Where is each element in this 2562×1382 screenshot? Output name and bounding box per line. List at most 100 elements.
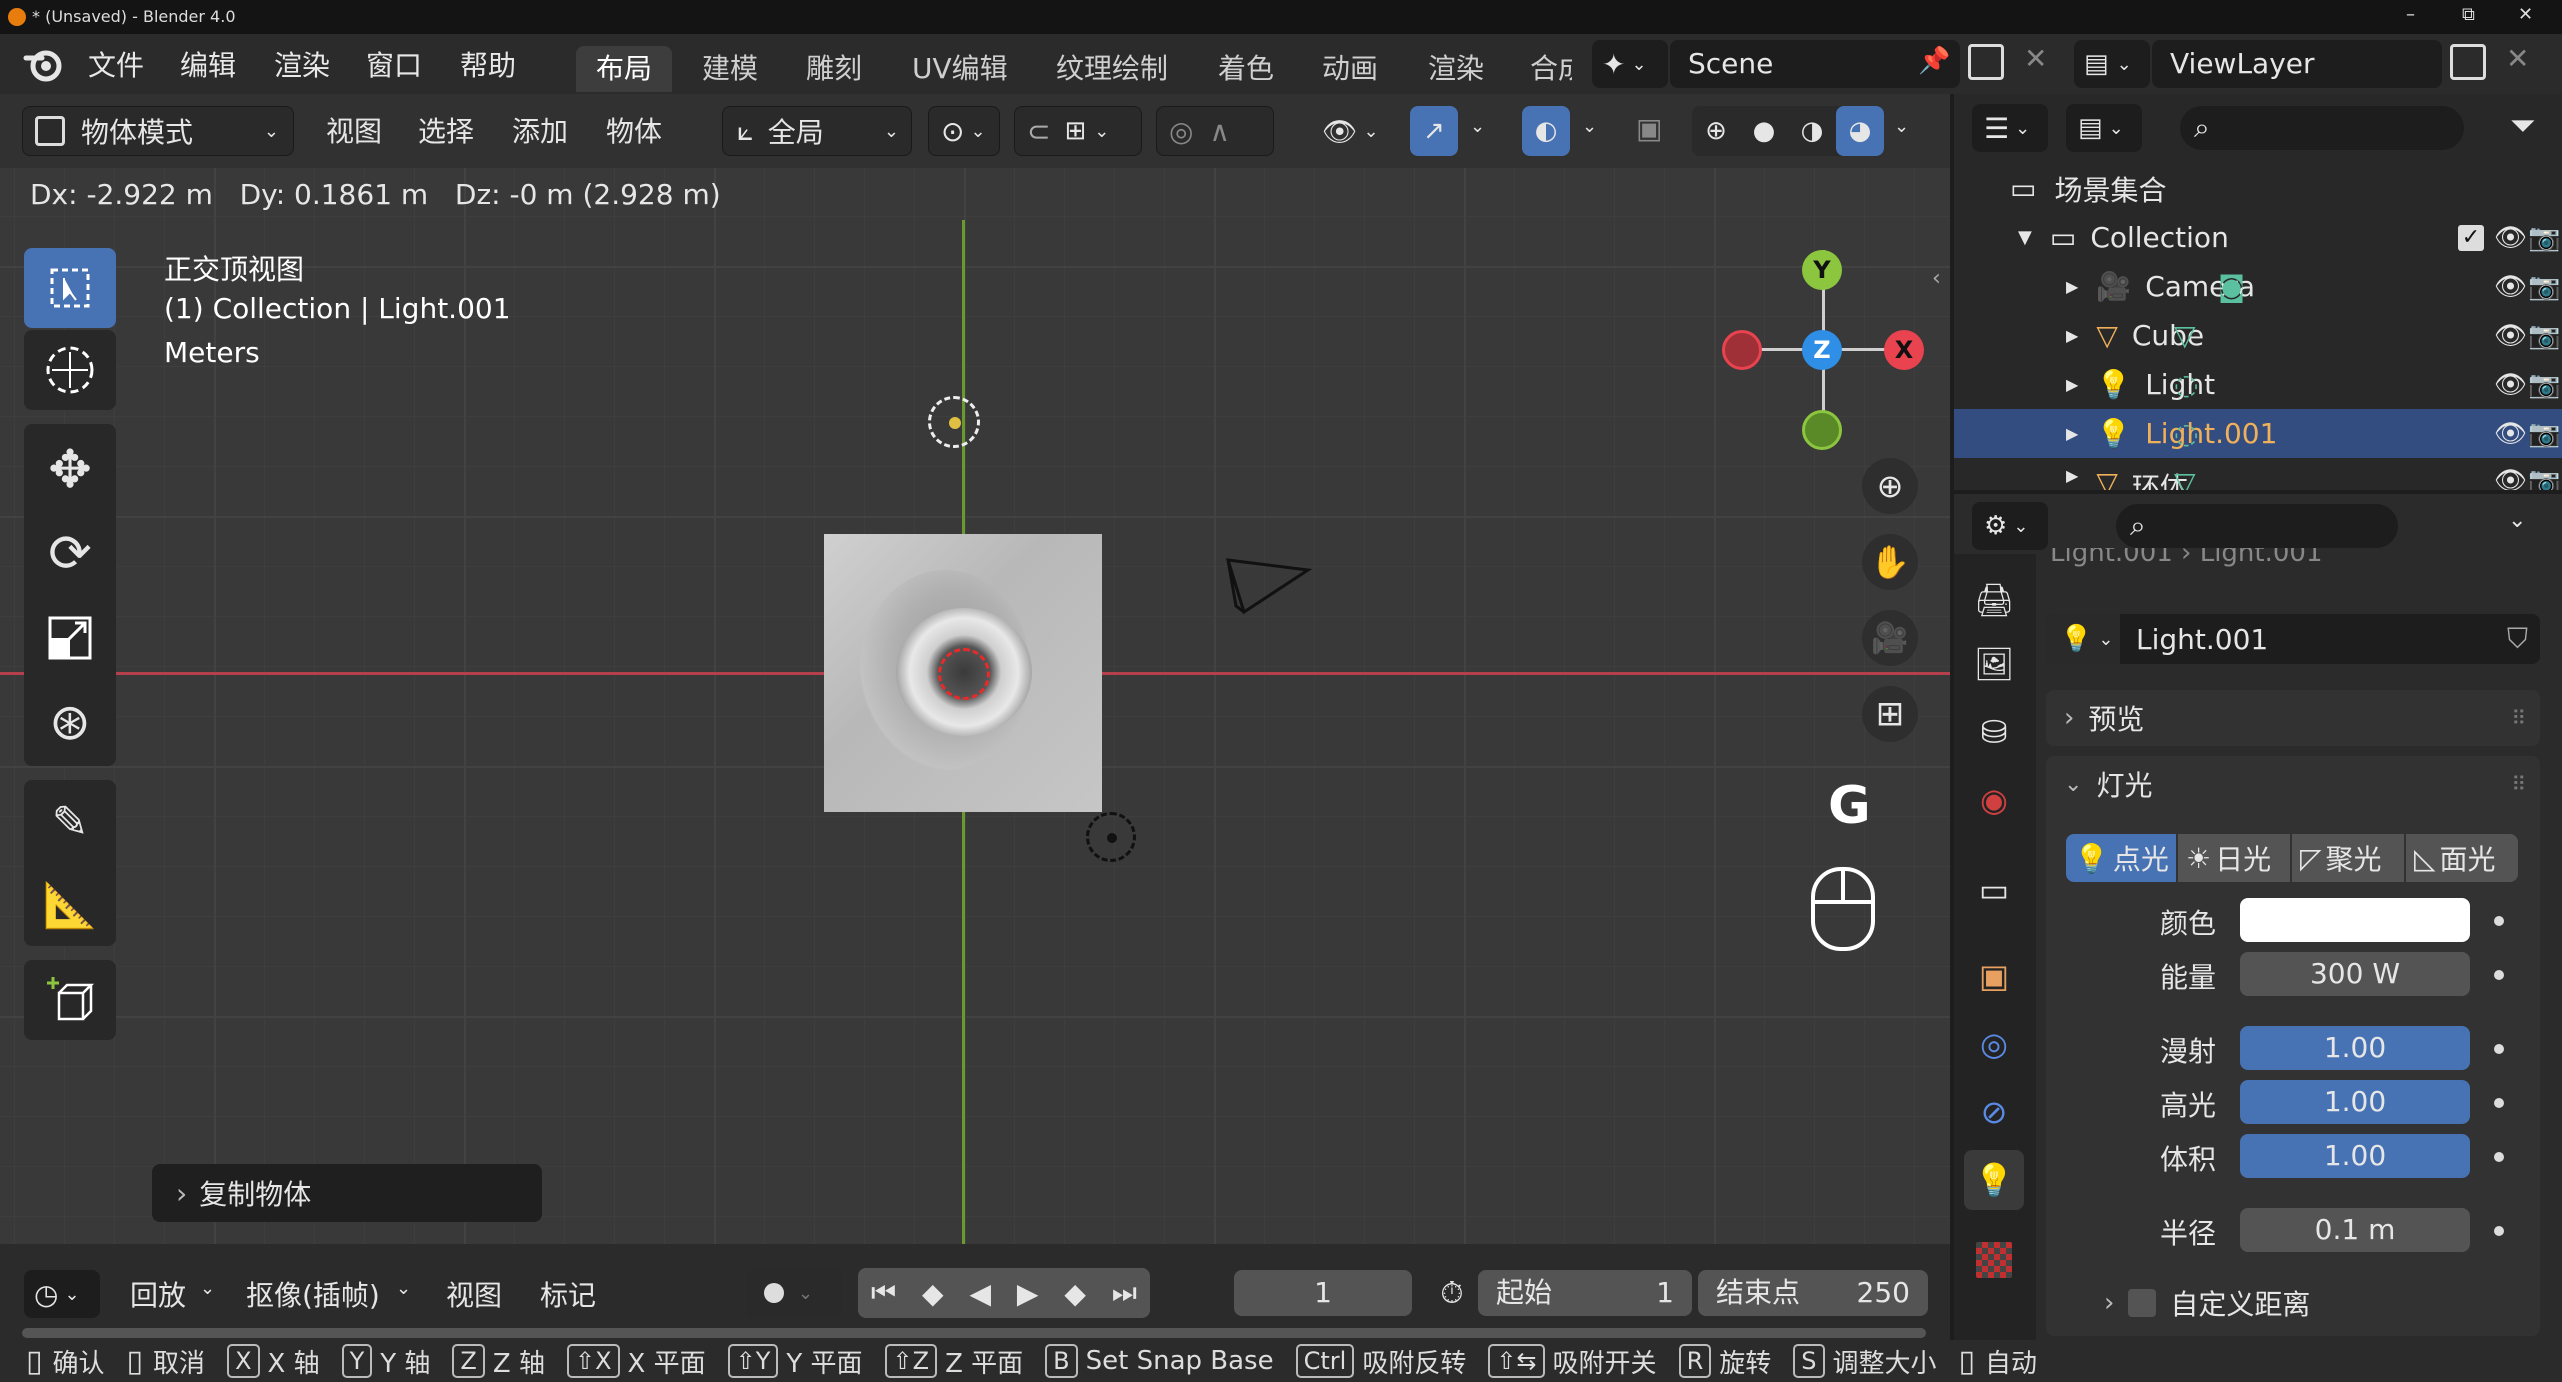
volume-slider[interactable]: 1.00 <box>2240 1134 2470 1178</box>
cursor-tool[interactable] <box>24 330 116 410</box>
light-type-point[interactable]: 💡 点光 <box>2066 834 2176 882</box>
move-tool[interactable]: ✥ <box>24 430 116 510</box>
gizmo-neg-y-button[interactable] <box>1802 410 1842 450</box>
tab-modeling[interactable]: 建模 <box>682 46 778 92</box>
light-type-spot[interactable]: ◸ 聚光 <box>2292 834 2404 882</box>
light-icon[interactable] <box>928 396 980 448</box>
maximize-button[interactable]: ⧉ <box>2462 4 2475 25</box>
eye-icon[interactable]: 👁 <box>2494 223 2527 253</box>
keyframe-dot-icon[interactable] <box>2494 1098 2504 1108</box>
eye-icon[interactable]: 👁 <box>2494 370 2527 400</box>
gizmo-z-button[interactable]: Z <box>1802 330 1842 370</box>
view-menu[interactable]: 视图 <box>446 1274 502 1314</box>
tab-light-data[interactable]: 💡 <box>1964 1150 2024 1210</box>
view-layer-selector-button[interactable]: ▤ ⌄ <box>2074 40 2150 88</box>
outliner-editor-type-button[interactable]: ☰ ⌄ <box>1972 104 2048 152</box>
keyframe-dot-icon[interactable] <box>2494 916 2504 926</box>
scale-tool[interactable] <box>24 596 116 680</box>
chevron-down-icon[interactable]: ⌄ <box>1894 116 1909 137</box>
view-layer-field[interactable]: ViewLayer <box>2152 40 2442 88</box>
tab-texture-paint[interactable]: 纹理绘制 <box>1036 46 1188 92</box>
object-data-icon[interactable]: ◙ <box>2218 270 2245 303</box>
chevron-down-icon[interactable]: ⌄ <box>1582 116 1597 137</box>
outliner-item-camera[interactable]: ▶ 🎥 Camera ◙ 👁 📷 <box>1954 262 2562 311</box>
expand-arrow-icon[interactable]: ▶ <box>2066 326 2078 345</box>
expand-arrow-icon[interactable]: ▶ <box>2066 466 2078 485</box>
tab-constraints[interactable]: ⊘ <box>1964 1082 2024 1142</box>
pin-icon[interactable]: 📌 <box>1918 46 1950 76</box>
material-shading-icon[interactable]: ◑ <box>1788 116 1836 146</box>
camera-object[interactable] <box>1224 556 1314 618</box>
pivot-point-button[interactable]: ⊙ ⌄ <box>928 106 1000 156</box>
tab-texture[interactable] <box>1976 1242 2012 1278</box>
delete-view-layer-icon[interactable]: ✕ <box>2506 42 2529 75</box>
camera-view-button[interactable]: 🎥 <box>1862 610 1918 666</box>
gizmo-y-button[interactable]: Y <box>1802 250 1842 290</box>
expand-arrow-icon[interactable]: ▶ <box>2066 277 2078 296</box>
jump-end-icon[interactable]: ⏭ <box>1112 1276 1137 1310</box>
render-camera-icon[interactable]: 📷 <box>2528 419 2560 449</box>
datablock-browse-button[interactable]: 💡 ⌄ <box>2046 614 2120 664</box>
diffuse-slider[interactable]: 1.00 <box>2240 1026 2470 1070</box>
outliner-item-cube[interactable]: ▶ ▽ Cube ▽ 👁 📷 <box>1954 311 2562 360</box>
menu-add[interactable]: 添加 <box>512 110 568 150</box>
timeline-scrollbar[interactable] <box>22 1328 1926 1338</box>
light-panel-header[interactable]: ⌄ 灯光 ⠿ <box>2046 756 2540 812</box>
auto-keying-button[interactable]: ⌄ <box>746 1268 842 1318</box>
chevron-down-icon[interactable]: ⌄ <box>2508 508 2526 533</box>
scene-name-field[interactable]: Scene <box>1670 40 1960 88</box>
radius-field[interactable]: 0.1 m <box>2240 1208 2470 1252</box>
play-reverse-icon[interactable]: ◀ <box>969 1277 991 1310</box>
energy-field[interactable]: 300 W <box>2240 952 2470 996</box>
new-view-layer-icon[interactable] <box>2450 44 2486 80</box>
visibility-button[interactable]: 👁 ⌄ <box>1322 106 1398 156</box>
eye-icon[interactable]: 👁 <box>2494 272 2527 302</box>
fake-user-shield-icon[interactable]: ⛉ <box>2507 622 2528 656</box>
outliner-item-light[interactable]: ▶ 💡 Light ◌ 👁 📷 <box>1954 360 2562 409</box>
tab-uv-editing[interactable]: UV编辑 <box>892 46 1028 92</box>
preview-panel-header[interactable]: › 预览 ⠿ <box>2046 690 2540 746</box>
tab-output[interactable]: 🖼 <box>1964 634 2024 694</box>
outliner-collection-row[interactable]: ▼ ▭ Collection ✓ 👁 📷 <box>1954 213 2562 262</box>
tab-compositing[interactable]: 合成 <box>1512 46 1572 92</box>
tab-rendering[interactable]: 渲染 <box>1408 46 1504 92</box>
jump-start-icon[interactable]: ⏮ <box>871 1276 896 1310</box>
new-scene-icon[interactable] <box>1968 44 2004 80</box>
rotate-tool[interactable]: ⟳ <box>24 512 116 596</box>
eye-icon[interactable]: 👁 <box>2494 419 2527 449</box>
rendered-shading-icon[interactable]: ◕ <box>1836 106 1884 156</box>
snap-button[interactable]: ⊂ ⊞ ⌄ <box>1014 106 1142 156</box>
tab-physics[interactable]: ◎ <box>1964 1014 2024 1074</box>
color-swatch[interactable] <box>2240 898 2470 942</box>
object-data-icon[interactable]: ◌ <box>2174 417 2198 450</box>
gizmo-toggle-button[interactable]: ↗ <box>1410 106 1458 156</box>
menu-select[interactable]: 选择 <box>418 110 474 150</box>
light-type-sun[interactable]: ☀ 日光 <box>2178 834 2290 882</box>
solid-shading-icon[interactable]: ● <box>1740 116 1788 146</box>
object-data-icon[interactable]: ▽ <box>2174 319 2196 352</box>
outliner-item-light-001[interactable]: ▶ 💡 Light.001 ◌ 👁 📷 <box>1954 409 2562 458</box>
tab-tool[interactable]: 🖨 <box>1964 570 2024 630</box>
gizmo-x-button[interactable]: X <box>1884 330 1924 370</box>
menu-view[interactable]: 视图 <box>326 110 382 150</box>
render-camera-icon[interactable]: 📷 <box>2528 272 2560 302</box>
menu-render[interactable]: 渲染 <box>274 44 330 84</box>
tab-shading[interactable]: 着色 <box>1198 46 1294 92</box>
overlays-toggle-button[interactable]: ◐ <box>1522 106 1570 156</box>
start-frame-field[interactable]: 起始 1 <box>1478 1270 1692 1316</box>
expand-arrow-icon[interactable]: ▶ <box>2066 375 2078 394</box>
light-type-area[interactable]: ◺ 面光 <box>2406 834 2518 882</box>
xray-icon[interactable]: ▣ <box>1636 112 1662 145</box>
tab-layout[interactable]: 布局 <box>576 46 673 92</box>
menu-object[interactable]: 物体 <box>606 110 662 150</box>
close-window-button[interactable]: ✕ <box>2518 4 2533 25</box>
outliner-search-input[interactable]: ⌕ <box>2180 106 2464 150</box>
keyframe-dot-icon[interactable] <box>2494 1152 2504 1162</box>
next-keyframe-icon[interactable]: ◆ <box>1064 1277 1086 1310</box>
menu-edit[interactable]: 编辑 <box>180 44 236 84</box>
custom-distance-checkbox[interactable] <box>2128 1289 2157 1317</box>
tab-collection[interactable]: ▭ <box>1964 860 2024 920</box>
play-icon[interactable]: ▶ <box>1017 1277 1039 1310</box>
scene-selector-button[interactable]: ✦ ⌄ <box>1592 40 1668 88</box>
delete-scene-icon[interactable]: ✕ <box>2024 42 2047 75</box>
